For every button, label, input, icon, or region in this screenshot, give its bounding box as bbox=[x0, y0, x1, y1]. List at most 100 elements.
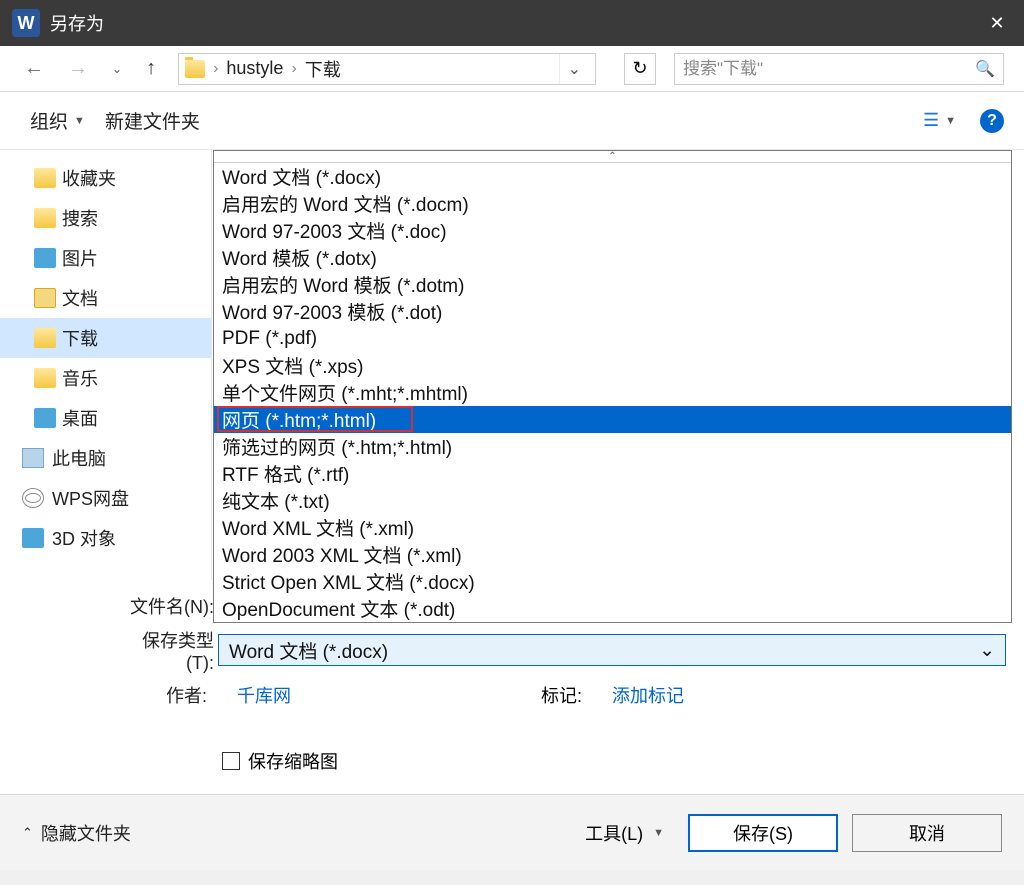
sidebar-item-label: 收藏夹 bbox=[62, 165, 116, 191]
sidebar-item-cloud[interactable]: WPS网盘 bbox=[0, 478, 211, 518]
chevron-up-icon: ⌃ bbox=[22, 825, 33, 841]
pic-icon bbox=[34, 248, 56, 268]
3d-icon bbox=[22, 528, 44, 548]
sidebar-item-music[interactable]: 音乐 bbox=[0, 358, 211, 398]
sidebar-item-label: 桌面 bbox=[62, 405, 98, 431]
address-bar[interactable]: › hustyle › 下载 ⌄ bbox=[178, 53, 596, 85]
up-button[interactable]: ↑ bbox=[146, 57, 156, 80]
tag-add-link[interactable]: 添加标记 bbox=[612, 682, 684, 708]
folder-icon bbox=[185, 60, 205, 78]
organize-button[interactable]: 组织 ▼ bbox=[20, 101, 95, 140]
pc-icon bbox=[22, 448, 44, 468]
path-separator-icon: › bbox=[289, 60, 298, 78]
sidebar-item-label: 3D 对象 bbox=[52, 525, 116, 551]
filetype-option[interactable]: Strict Open XML 文档 (*.docx) bbox=[214, 568, 1011, 595]
caret-down-icon: ▼ bbox=[945, 115, 956, 127]
filetype-option[interactable]: RTF 格式 (*.rtf) bbox=[214, 460, 1011, 487]
tools-dropdown[interactable]: 工具(L) ▼ bbox=[585, 820, 674, 846]
new-folder-label: 新建文件夹 bbox=[105, 107, 200, 134]
filetype-option[interactable]: XPS 文档 (*.xps) bbox=[214, 352, 1011, 379]
chevron-down-icon: ⌄ bbox=[979, 639, 995, 662]
desktop-icon bbox=[34, 408, 56, 428]
filetype-option[interactable]: 启用宏的 Word 模板 (*.dotm) bbox=[214, 271, 1011, 298]
path-dropdown[interactable]: ⌄ bbox=[559, 54, 589, 84]
filetype-option[interactable]: Word 模板 (*.dotx) bbox=[214, 244, 1011, 271]
sidebar-item-doc[interactable]: 文档 bbox=[0, 278, 211, 318]
filetype-dropdown-list: ⌃ Word 文档 (*.docx)启用宏的 Word 文档 (*.docm)W… bbox=[213, 150, 1012, 623]
hide-folders-label: 隐藏文件夹 bbox=[41, 820, 131, 846]
thumbnail-checkbox[interactable] bbox=[222, 752, 240, 770]
path-segment[interactable]: hustyle bbox=[220, 58, 289, 79]
search-icon[interactable]: 🔍 bbox=[975, 59, 995, 79]
refresh-button[interactable]: ↻ bbox=[624, 53, 656, 85]
savetype-dropdown[interactable]: Word 文档 (*.docx) ⌄ bbox=[218, 634, 1006, 666]
highlight-box bbox=[217, 406, 413, 432]
author-value[interactable]: 千库网 bbox=[237, 682, 291, 708]
filetype-option[interactable]: 网页 (*.htm;*.html) bbox=[214, 406, 1011, 433]
filetype-option[interactable]: OpenDocument 文本 (*.odt) bbox=[214, 595, 1011, 622]
search-icon bbox=[34, 208, 56, 228]
titlebar: W 另存为 ✕ bbox=[0, 0, 1024, 46]
sidebar-item-pc[interactable]: 此电脑 bbox=[0, 438, 211, 478]
dl-icon bbox=[34, 328, 56, 348]
path-separator-icon: › bbox=[211, 60, 220, 78]
organize-label: 组织 bbox=[30, 107, 68, 134]
filetype-option[interactable]: Word 97-2003 模板 (*.dot) bbox=[214, 298, 1011, 325]
filetype-option[interactable]: 纯文本 (*.txt) bbox=[214, 487, 1011, 514]
word-app-icon: W bbox=[12, 9, 40, 37]
music-icon bbox=[34, 368, 56, 388]
cloud-icon bbox=[22, 488, 44, 508]
tag-label: 标记: bbox=[541, 682, 582, 708]
thumbnail-label: 保存缩略图 bbox=[248, 748, 338, 774]
help-button[interactable]: ? bbox=[980, 109, 1004, 133]
dropdown-handle-icon[interactable]: ⌃ bbox=[214, 151, 1011, 163]
forward-button[interactable]: → bbox=[68, 57, 88, 80]
sidebar-item-label: WPS网盘 bbox=[52, 485, 129, 511]
star-icon bbox=[34, 168, 56, 188]
sidebar-item-label: 下载 bbox=[62, 325, 98, 351]
caret-down-icon: ▼ bbox=[74, 115, 85, 127]
sidebar-item-label: 音乐 bbox=[62, 365, 98, 391]
sidebar-item-pic[interactable]: 图片 bbox=[0, 238, 211, 278]
close-button[interactable]: ✕ bbox=[970, 0, 1024, 46]
filetype-option[interactable]: 筛选过的网页 (*.htm;*.html) bbox=[214, 433, 1011, 460]
filetype-option[interactable]: Word 文档 (*.docx) bbox=[214, 163, 1011, 190]
doc-icon bbox=[34, 288, 56, 308]
hide-folders-toggle[interactable]: ⌃ 隐藏文件夹 bbox=[22, 820, 131, 846]
search-input[interactable] bbox=[683, 59, 975, 79]
sidebar-item-star[interactable]: 收藏夹 bbox=[0, 158, 211, 198]
sidebar-item-label: 捜索 bbox=[62, 205, 98, 231]
sidebar-item-desktop[interactable]: 桌面 bbox=[0, 398, 211, 438]
back-button[interactable]: ← bbox=[24, 57, 44, 80]
filetype-option[interactable]: Word XML 文档 (*.xml) bbox=[214, 514, 1011, 541]
sidebar-item-dl[interactable]: 下载 bbox=[0, 318, 211, 358]
view-list-icon: ☰ bbox=[923, 110, 939, 131]
caret-down-icon: ▼ bbox=[653, 827, 664, 839]
savetype-label: 保存类型(T): bbox=[118, 627, 218, 674]
filetype-option[interactable]: Word 97-2003 文档 (*.doc) bbox=[214, 217, 1011, 244]
sidebar-item-3d[interactable]: 3D 对象 bbox=[0, 518, 211, 558]
main-area: 收藏夹捜索图片文档下载音乐桌面此电脑 WPS网盘 3D 对象 ⌃ Word 文档 (… bbox=[0, 150, 1024, 580]
search-box[interactable]: 🔍 bbox=[674, 53, 1004, 85]
savetype-value: Word 文档 (*.docx) bbox=[229, 637, 388, 664]
sidebar-item-label: 此电脑 bbox=[52, 445, 106, 471]
window-title: 另存为 bbox=[50, 10, 970, 36]
toolbar: 组织 ▼ 新建文件夹 ☰ ▼ ? bbox=[0, 92, 1024, 150]
save-button[interactable]: 保存(S) bbox=[688, 814, 838, 852]
filetype-option[interactable]: PDF (*.pdf) bbox=[214, 325, 1011, 352]
path-segment[interactable]: 下载 bbox=[299, 56, 347, 82]
sidebar-item-search[interactable]: 捜索 bbox=[0, 198, 211, 238]
sidebar-item-label: 图片 bbox=[62, 245, 98, 271]
filetype-option[interactable]: 单个文件网页 (*.mht;*.mhtml) bbox=[214, 379, 1011, 406]
view-options-button[interactable]: ☰ ▼ bbox=[913, 104, 966, 137]
cancel-button[interactable]: 取消 bbox=[852, 814, 1002, 852]
filetype-option[interactable]: 启用宏的 Word 文档 (*.docm) bbox=[214, 190, 1011, 217]
sidebar-item-label: 文档 bbox=[62, 285, 98, 311]
new-folder-button[interactable]: 新建文件夹 bbox=[95, 101, 210, 140]
history-dropdown[interactable]: ⌄ bbox=[112, 62, 122, 76]
sidebar: 收藏夹捜索图片文档下载音乐桌面此电脑 WPS网盘 3D 对象 bbox=[0, 150, 212, 580]
navigation-bar: ← → ⌄ ↑ › hustyle › 下载 ⌄ ↻ 🔍 bbox=[0, 46, 1024, 92]
filetype-option[interactable]: Word 2003 XML 文档 (*.xml) bbox=[214, 541, 1011, 568]
tools-label: 工具(L) bbox=[585, 820, 643, 846]
footer: ⌃ 隐藏文件夹 工具(L) ▼ 保存(S) 取消 bbox=[0, 794, 1024, 870]
